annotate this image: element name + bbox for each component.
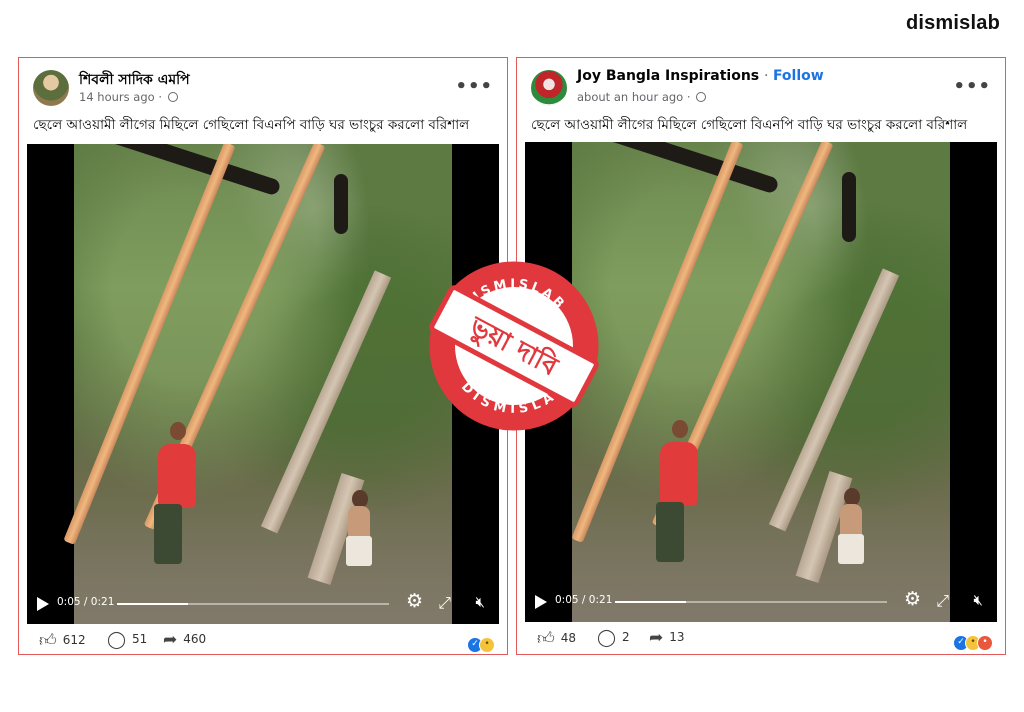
share-button[interactable]: ➦ 13	[649, 628, 685, 648]
mute-icon[interactable]: 🔇︎	[476, 593, 485, 611]
like-count: 48	[560, 631, 577, 645]
share-icon: ➦	[649, 628, 664, 648]
like-icon: 👍︎	[39, 631, 57, 651]
angry-reaction-icon: •	[977, 635, 993, 651]
video-time: 0:05 / 0:21	[57, 596, 115, 608]
post-stats: 👍︎ 612 ◯ 51 ➦ 460 ✓ •	[33, 630, 495, 653]
play-icon[interactable]	[535, 595, 547, 609]
progress-fill	[117, 603, 188, 605]
globe-icon	[696, 92, 707, 102]
timestamp-text[interactable]: 14 hours ago ·	[79, 90, 162, 104]
comment-icon: ◯	[107, 630, 127, 650]
progress-bar[interactable]	[615, 601, 887, 603]
like-icon: 👍︎	[537, 629, 555, 649]
video-frame[interactable]	[63, 144, 452, 624]
timestamp-text[interactable]: about an hour ago ·	[577, 90, 691, 104]
like-button[interactable]: 👍︎ 612	[39, 630, 86, 651]
progress-fill	[615, 601, 686, 603]
share-icon: ➦	[163, 630, 178, 650]
comment-button[interactable]: ◯ 51	[107, 630, 147, 650]
post-timestamp[interactable]: about an hour ago ·	[577, 90, 707, 104]
sad-reaction-icon: •	[479, 637, 495, 653]
fake-claim-stamp: DISMISLAB DISMISLAB ভুয়া দাবি	[429, 261, 599, 431]
fullscreen-icon[interactable]: ⤢	[936, 591, 949, 611]
comment-button[interactable]: ◯ 2	[597, 628, 630, 648]
brand-logo: dismislab	[905, 12, 1000, 34]
author-avatar[interactable]	[531, 70, 567, 106]
comment-count: 2	[622, 630, 630, 644]
post-timestamp[interactable]: 14 hours ago ·	[79, 90, 178, 104]
post-caption: ছেলে আওয়ামী লীগের মিছিলে গেছিলো বিএনপি …	[531, 117, 968, 133]
share-count: 13	[669, 630, 685, 644]
share-count: 460	[183, 632, 207, 646]
like-count: 612	[62, 633, 86, 647]
more-icon[interactable]: •••	[455, 76, 493, 97]
settings-icon[interactable]: ⚙	[904, 588, 921, 610]
play-icon[interactable]	[37, 597, 49, 611]
post-stats: 👍︎ 48 ◯ 2 ➦ 13 ✓ • •	[531, 628, 993, 651]
share-button[interactable]: ➦ 460	[163, 630, 206, 650]
video-controls: 0:05 / 0:21 ⚙ ⤢ 🔇︎	[525, 582, 997, 622]
like-button[interactable]: 👍︎ 48	[537, 628, 576, 649]
author-name[interactable]: Joy Bangla Inspirations	[577, 68, 759, 84]
post-caption: ছেলে আওয়ামী লীগের মিছিলে গেছিলো বিএনপি …	[33, 117, 470, 133]
comment-count: 51	[132, 632, 148, 646]
reactions[interactable]: ✓ • •	[953, 629, 993, 651]
author-avatar[interactable]	[33, 70, 69, 106]
mute-icon[interactable]: 🔇︎	[974, 591, 983, 609]
post-header: Joy Bangla Inspirations · Follow about a…	[531, 66, 991, 114]
author-name[interactable]: শিবলী সাদিক এমপি	[79, 68, 190, 92]
author-name-line: Joy Bangla Inspirations · Follow	[577, 68, 824, 84]
progress-bar[interactable]	[117, 603, 389, 605]
fullscreen-icon[interactable]: ⤢	[438, 593, 451, 613]
follow-button[interactable]: Follow	[773, 68, 824, 84]
video-time: 0:05 / 0:21	[555, 594, 613, 606]
video-controls: 0:05 / 0:21 ⚙ ⤢ 🔇︎	[27, 584, 499, 624]
more-icon[interactable]: •••	[953, 76, 991, 97]
video-frame[interactable]	[571, 142, 950, 622]
reactions[interactable]: ✓ •	[467, 631, 495, 653]
settings-icon[interactable]: ⚙	[406, 590, 423, 612]
post-header: শিবলী সাদিক এমপি 14 hours ago · •••	[33, 66, 493, 114]
comment-icon: ◯	[597, 628, 617, 648]
globe-icon	[167, 92, 178, 102]
